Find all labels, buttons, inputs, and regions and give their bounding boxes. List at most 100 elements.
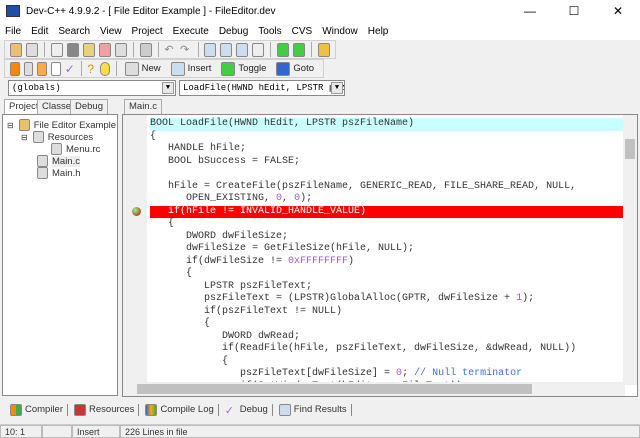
code-line[interactable]: hFile = CreateFile(pszFileName, GENERIC_… [150,181,623,194]
horizontal-scrollbar[interactable] [123,382,625,396]
code-line[interactable]: DWORD dwRead; [150,331,623,344]
about-icon[interactable] [100,61,110,76]
code-line[interactable] [150,168,623,181]
code-line[interactable]: { [150,131,623,144]
goto-line-icon[interactable] [252,42,265,57]
breakpoint-icon[interactable] [132,207,141,216]
tree-node-resources[interactable]: ⊟ Resources [21,131,93,143]
menu-bar: File Edit Search View Project Execute De… [0,22,640,40]
code-line[interactable]: if(hFile != INVALID_HANDLE_VALUE) [150,205,623,218]
open-file-icon[interactable] [25,42,38,57]
code-line[interactable]: { [150,268,623,281]
compile-run-icon[interactable] [37,61,48,76]
find-icon[interactable] [204,42,217,57]
replace-icon[interactable] [220,42,233,57]
code-line[interactable]: HANDLE hFile; [150,143,623,156]
close-file-icon[interactable] [98,42,111,57]
toggle-bookmark-button[interactable]: Toggle [219,61,267,76]
line-count: 226 Lines in file [120,425,640,438]
tree-node-main-h[interactable]: Main.h [35,167,81,179]
menu-help[interactable]: Help [363,26,394,37]
menu-debug[interactable]: Debug [214,26,253,37]
tab-find-results[interactable]: Find Results [273,403,352,416]
menu-edit[interactable]: Edit [26,26,53,37]
menu-view[interactable]: View [95,26,127,37]
code-line[interactable]: dwFileSize = GetFileSize(hFile, NULL); [150,243,623,256]
file-icon [37,167,48,179]
modified-indicator [42,425,72,438]
menu-execute[interactable]: Execute [168,26,214,37]
code-line[interactable]: if(ReadFile(hFile, pszFileText, dwFileSi… [150,343,623,356]
close-all-icon[interactable] [114,42,127,57]
status-bar: 10: 1 Insert 226 Lines in file [0,424,640,438]
project-options-icon[interactable] [318,42,331,57]
menu-file[interactable]: File [0,26,26,37]
insert-button[interactable]: Insert [169,61,211,76]
code-line[interactable]: LPSTR pszFileText; [150,281,623,294]
code-line[interactable]: DWORD dwFileSize; [150,231,623,244]
remove-from-project-icon[interactable] [293,42,306,57]
menu-cvs[interactable]: CVS [287,26,318,37]
open-project-icon[interactable] [10,42,22,57]
chevron-down-icon[interactable]: ▼ [162,82,174,94]
new-icon [124,61,139,76]
tab-debug[interactable]: Debug [70,99,108,114]
new-class-button[interactable]: New [123,61,161,76]
menu-tools[interactable]: Tools [253,26,286,37]
code-line[interactable]: if(dwFileSize != 0xFFFFFFFF) [150,256,623,269]
vertical-scrollbar[interactable] [623,115,637,385]
find-next-icon[interactable] [236,42,249,57]
minimize-button[interactable]: — [508,0,552,22]
run-icon[interactable] [23,61,34,76]
debug-check-icon[interactable]: ✓ [65,62,75,76]
tree-label: Main.h [52,167,81,179]
tree-label: Menu.rc [66,143,101,155]
code-line[interactable]: if(pszFileText != NULL) [150,306,623,319]
tab-compiler[interactable]: Compiler [4,403,69,416]
redo-icon[interactable]: ↷ [180,43,192,57]
code-line[interactable]: pszFileText = (LPSTR)GlobalAlloc(GPTR, d… [150,293,623,306]
save-icon[interactable] [66,42,79,57]
tree-node-menu-rc[interactable]: Menu.rc [49,143,100,155]
scroll-thumb[interactable] [625,139,635,159]
tab-compile-log[interactable]: Compile Log [139,403,219,416]
rebuild-icon[interactable] [51,61,61,76]
scope-select[interactable]: (globals) ▼ [8,80,176,96]
toggle-label: Toggle [238,63,267,74]
scope-value: (globals) [12,83,61,93]
save-all-icon[interactable] [82,42,95,57]
code-line[interactable]: BOOL LoadFile(HWND hEdit, LPSTR pszFileN… [150,118,623,131]
code-line[interactable]: { [150,218,623,231]
code-line[interactable]: pszFileText[dwFileSize] = 0; // Null ter… [150,368,623,381]
goto-bookmark-button[interactable]: Goto [274,61,315,76]
tab-main-c[interactable]: Main.c [124,99,162,114]
edit-mode: Insert [72,425,120,438]
help-icon[interactable]: ? [87,62,96,76]
chevron-down-icon[interactable]: ▼ [331,82,343,94]
menu-window[interactable]: Window [317,26,363,37]
code-line[interactable]: { [150,356,623,369]
code-line[interactable]: { [150,318,623,331]
scroll-thumb[interactable] [137,384,532,394]
tree-node-main-c[interactable]: Main.c [35,155,80,167]
tree-label: File Editor Example [33,119,117,131]
close-button[interactable]: ✕ [596,0,640,22]
code-line[interactable]: OPEN_EXISTING, 0, 0); [150,193,623,206]
undo-icon[interactable]: ↶ [164,43,176,57]
tree-node-project[interactable]: ⊟ File Editor Example [7,119,116,131]
maximize-button[interactable]: ☐ [552,0,596,22]
add-to-project-icon[interactable] [277,42,290,57]
compile-icon[interactable] [10,61,20,76]
print-icon[interactable] [139,42,152,57]
menu-search[interactable]: Search [53,26,95,37]
menu-project[interactable]: Project [127,26,168,37]
function-select[interactable]: LoadFile(HWND hEdit, LPSTR psz ▼ [179,80,345,96]
new-file-icon[interactable] [50,42,63,57]
goto-label: Goto [293,63,315,74]
project-tree: ⊟ File Editor Example ⊟ Resources Menu.rc … [2,114,118,396]
code-editor[interactable]: BOOL LoadFile(HWND hEdit, LPSTR pszFileN… [122,114,638,397]
tab-resources[interactable]: Resources [68,403,140,416]
tab-debug-output[interactable]: ✓ Debug [219,403,273,417]
editor-gutter[interactable] [123,115,147,385]
code-line[interactable]: BOOL bSuccess = FALSE; [150,156,623,169]
